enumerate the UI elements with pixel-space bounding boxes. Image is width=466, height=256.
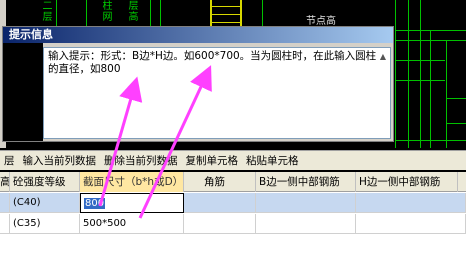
cad-line [395, 30, 466, 31]
dialog-left-edge [3, 43, 43, 141]
cad-yellow-line [210, 22, 242, 23]
cad-line [395, 80, 445, 81]
col-header-section[interactable]: 截面尺寸（b*h或D） [80, 172, 184, 192]
col-header-h-mid[interactable]: H边一侧中部钢筋 [356, 172, 458, 192]
paste-cell-button[interactable]: 粘贴单元格 [242, 153, 303, 168]
cad-line [420, 0, 421, 148]
cad-line [408, 0, 409, 148]
cad-line [395, 60, 445, 61]
column-table: 高 砼强度等级 截面尺寸（b*h或D） 角筋 B边一侧中部钢筋 H边一侧中部钢筋… [0, 172, 466, 256]
delete-column-data-button[interactable]: 删除当前列数据 [100, 153, 182, 168]
cell-grade[interactable]: (C40) [10, 193, 80, 213]
cad-line [395, 40, 466, 41]
cell-section[interactable]: 500*500 [80, 214, 184, 234]
cad-text: 柱网 [100, 0, 111, 22]
dialog-message: 输入提示：形式：B边*H边。如600*700。当为圆柱时，在此输入圆柱的直径，如… [48, 50, 377, 75]
cell-section-editing[interactable]: 800 [80, 193, 184, 213]
cad-label: 节点高 [306, 16, 336, 27]
dialog-message-box[interactable]: 输入提示：形式：B边*H边。如600*700。当为圆柱时，在此输入圆柱的直径，如… [43, 47, 391, 139]
scroll-up-icon[interactable]: ▲ [378, 52, 388, 62]
cad-line [430, 30, 431, 148]
cell-grade[interactable]: (C35) [10, 214, 80, 234]
cad-yellow-line [210, 6, 242, 7]
col-header-height[interactable]: 高 [0, 172, 10, 192]
col-header-corner[interactable]: 角筋 [184, 172, 256, 192]
col-header-b-mid[interactable]: B边一侧中部钢筋 [256, 172, 356, 192]
cell-b-mid[interactable] [256, 214, 356, 234]
cell-h-mid[interactable] [356, 193, 466, 213]
cell-corner[interactable] [184, 193, 256, 213]
cell-h-mid[interactable] [356, 214, 466, 234]
table-toolbar: 层 输入当前列数据 删除当前列数据 复制单元格 粘贴单元格 [0, 150, 466, 170]
cad-marker [446, 98, 466, 124]
cell-b-mid[interactable] [256, 193, 356, 213]
dialog-title[interactable]: 提示信息 [3, 27, 393, 43]
cad-text: 二层 [40, 0, 51, 22]
toolbar-item-layer[interactable]: 层 [0, 153, 19, 168]
table-row[interactable]: (C35) 500*500 [0, 214, 466, 234]
cad-line [395, 140, 466, 141]
prompt-dialog: 提示信息 输入提示：形式：B边*H边。如600*700。当为圆柱时，在此输入圆柱… [2, 26, 394, 142]
cad-line [395, 0, 396, 148]
input-column-data-button[interactable]: 输入当前列数据 [19, 153, 101, 168]
copy-cell-button[interactable]: 复制单元格 [182, 153, 243, 168]
row-marker [0, 214, 10, 234]
table-row[interactable]: (C40) 800 [0, 193, 466, 213]
cell-section-value: 800 [84, 198, 106, 209]
col-header-grade[interactable]: 砼强度等级 [10, 172, 80, 192]
table-header: 高 砼强度等级 截面尺寸（b*h或D） 角筋 B边一侧中部钢筋 H边一侧中部钢筋 [0, 172, 466, 192]
cell-corner[interactable] [184, 214, 256, 234]
cad-yellow-line [210, 14, 242, 15]
cad-text: 层高 [126, 0, 137, 22]
row-marker [0, 193, 10, 213]
cad-line [446, 40, 447, 148]
